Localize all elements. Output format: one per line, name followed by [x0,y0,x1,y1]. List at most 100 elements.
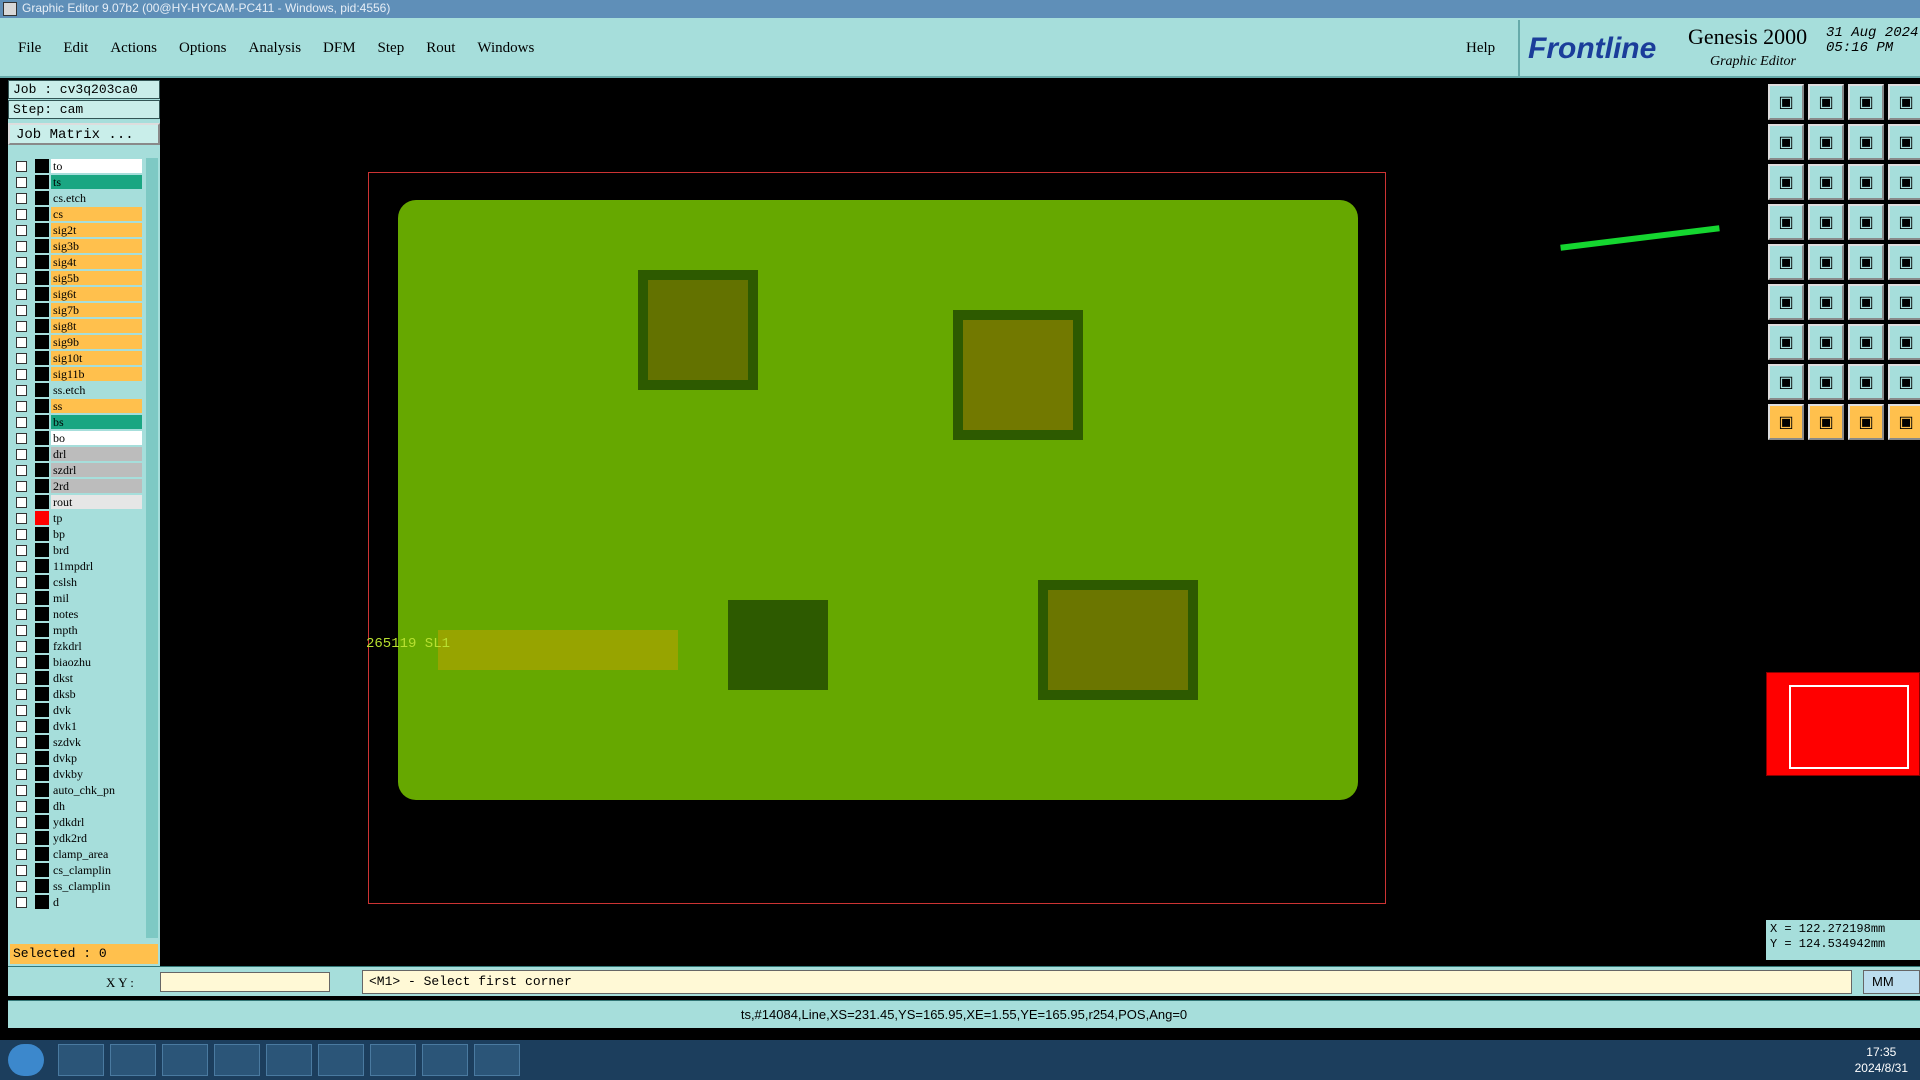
units-button[interactable]: MM [1863,970,1920,994]
layer-checkbox[interactable] [16,304,27,316]
layer-checkbox[interactable] [16,624,27,636]
layer-checkbox[interactable] [16,496,27,508]
layer-checkbox[interactable] [16,640,27,652]
menu-step[interactable]: Step [378,40,405,57]
layer-row[interactable]: dh [12,798,142,814]
tool-button[interactable]: ▣ [1768,164,1804,200]
layer-row[interactable]: dvk [12,702,142,718]
tool-button[interactable]: ▣ [1808,244,1844,280]
layer-row[interactable]: mil [12,590,142,606]
tool-button[interactable]: ▣ [1848,204,1884,240]
layer-row[interactable]: ydkdrl [12,814,142,830]
layer-checkbox[interactable] [16,416,27,428]
layer-checkbox[interactable] [16,512,27,524]
layer-checkbox[interactable] [16,656,27,668]
layer-row[interactable]: dvkby [12,766,142,782]
layer-row[interactable]: drl [12,446,142,462]
layer-row[interactable]: sig7b [12,302,142,318]
layer-row[interactable]: sig10t [12,350,142,366]
layer-checkbox[interactable] [16,784,27,796]
layer-checkbox[interactable] [16,336,27,348]
tool-button[interactable]: ▣ [1888,284,1920,320]
tool-button[interactable]: ▣ [1808,364,1844,400]
layer-scrollbar[interactable] [146,158,158,938]
layer-checkbox[interactable] [16,736,27,748]
tool-button[interactable]: ▣ [1808,84,1844,120]
tool-button[interactable]: ▣ [1768,84,1804,120]
layer-checkbox[interactable] [16,176,27,188]
menu-windows[interactable]: Windows [477,40,534,57]
layer-row[interactable]: sig11b [12,366,142,382]
layer-checkbox[interactable] [16,368,27,380]
layer-row[interactable]: bs [12,414,142,430]
tool-button[interactable]: ▣ [1888,84,1920,120]
layer-row[interactable]: clamp_area [12,846,142,862]
tool-button[interactable]: ▣ [1888,204,1920,240]
layer-row[interactable]: szdvk [12,734,142,750]
layer-row[interactable]: ss_clamplin [12,878,142,894]
layer-row[interactable]: fzkdrl [12,638,142,654]
layer-row[interactable]: tp [12,510,142,526]
tool-button[interactable]: ▣ [1848,244,1884,280]
layer-row[interactable]: dvkp [12,750,142,766]
tool-button[interactable]: ▣ [1888,244,1920,280]
layer-checkbox[interactable] [16,544,27,556]
tool-button[interactable]: ▣ [1808,164,1844,200]
layer-checkbox[interactable] [16,800,27,812]
layer-row[interactable]: szdrl [12,462,142,478]
layer-checkbox[interactable] [16,608,27,620]
tool-button[interactable]: ▣ [1768,364,1804,400]
layer-checkbox[interactable] [16,384,27,396]
layer-row[interactable]: rout [12,494,142,510]
tool-button[interactable]: ▣ [1808,404,1844,440]
layer-row[interactable]: ss [12,398,142,414]
layer-checkbox[interactable] [16,592,27,604]
layer-row[interactable]: sig3b [12,238,142,254]
layer-checkbox[interactable] [16,896,27,908]
tool-button[interactable]: ▣ [1768,244,1804,280]
layer-row[interactable]: cs.etch [12,190,142,206]
tool-button[interactable]: ▣ [1768,204,1804,240]
layer-checkbox[interactable] [16,816,27,828]
job-matrix-button[interactable]: Job Matrix ... [8,123,160,145]
layer-checkbox[interactable] [16,672,27,684]
layer-checkbox[interactable] [16,752,27,764]
layer-row[interactable]: sig4t [12,254,142,270]
layer-checkbox[interactable] [16,208,27,220]
menu-file[interactable]: File [18,40,41,57]
layer-row[interactable]: biaozhu [12,654,142,670]
layer-row[interactable]: ss.etch [12,382,142,398]
xy-input[interactable] [160,972,330,992]
layer-row[interactable]: auto_chk_pn [12,782,142,798]
layer-checkbox[interactable] [16,832,27,844]
tool-button[interactable]: ▣ [1768,404,1804,440]
tool-button[interactable]: ▣ [1888,404,1920,440]
layer-row[interactable]: 2rd [12,478,142,494]
layer-row[interactable]: cs [12,206,142,222]
menu-rout[interactable]: Rout [426,40,455,57]
menu-help[interactable]: Help [1466,40,1495,57]
layer-checkbox[interactable] [16,560,27,572]
tool-button[interactable]: ▣ [1848,124,1884,160]
layer-checkbox[interactable] [16,320,27,332]
layer-row[interactable]: bo [12,430,142,446]
layer-row[interactable]: sig2t [12,222,142,238]
layer-checkbox[interactable] [16,480,27,492]
taskbar-app[interactable] [162,1044,208,1076]
layer-checkbox[interactable] [16,160,27,172]
layer-row[interactable]: sig8t [12,318,142,334]
menu-edit[interactable]: Edit [63,40,88,57]
tool-button[interactable]: ▣ [1848,84,1884,120]
layer-row[interactable]: mpth [12,622,142,638]
layer-checkbox[interactable] [16,272,27,284]
layer-row[interactable]: dkst [12,670,142,686]
layer-checkbox[interactable] [16,464,27,476]
tool-button[interactable]: ▣ [1808,324,1844,360]
layer-checkbox[interactable] [16,192,27,204]
layer-checkbox[interactable] [16,688,27,700]
tool-button[interactable]: ▣ [1888,364,1920,400]
graphic-canvas[interactable]: 265119 SL1 ✳ [160,80,1764,994]
layer-checkbox[interactable] [16,848,27,860]
tool-button[interactable]: ▣ [1768,284,1804,320]
overview-map[interactable] [1766,672,1920,776]
